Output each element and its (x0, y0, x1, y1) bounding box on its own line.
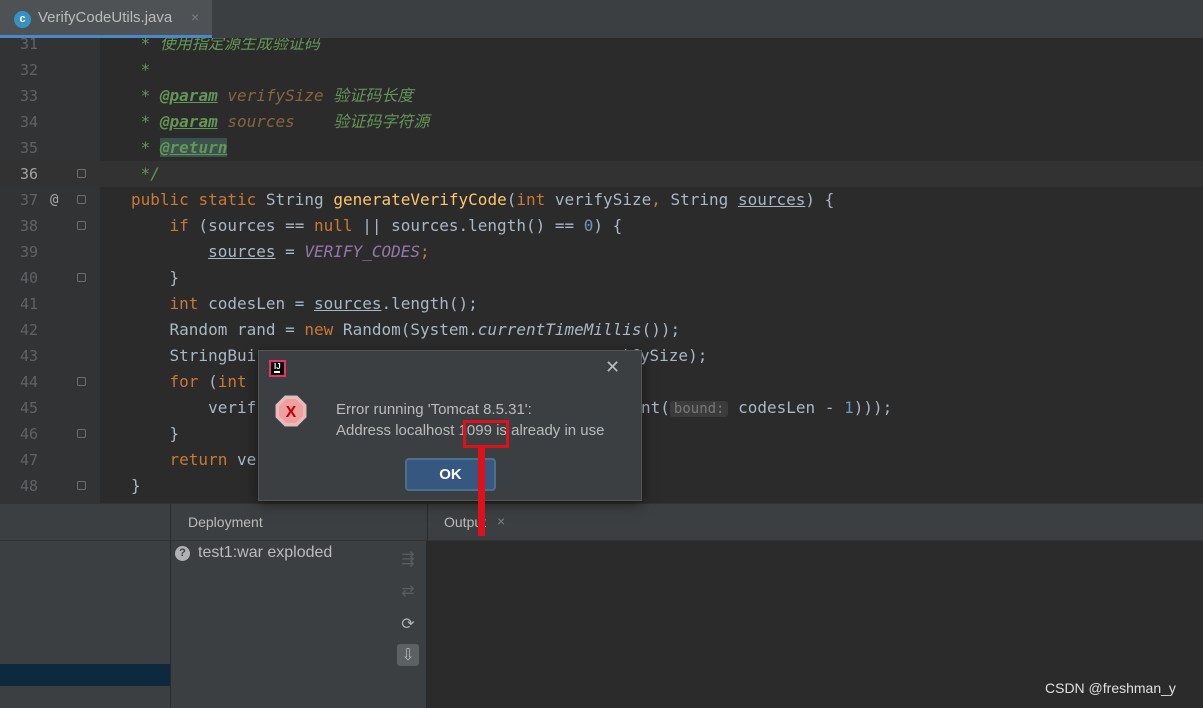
deployment-item[interactable]: test1:war exploded (198, 544, 332, 562)
deploy-down-icon[interactable]: ⇩ (397, 644, 419, 666)
code-line-37: public static String generateVerifyCode(… (131, 190, 835, 209)
refresh-icon[interactable]: ⟳ (397, 613, 419, 635)
services-panel: Deployment Output × ? test1:war exploded… (0, 503, 1203, 708)
line-number: 38 (19, 217, 38, 235)
tab-output[interactable]: Output × (427, 504, 1203, 540)
code-line-39: sources = VERIFY_CODES; (208, 242, 430, 261)
class-file-icon: c (14, 11, 31, 28)
tab-close-icon[interactable]: × (191, 9, 199, 25)
line-number: 42 (19, 321, 38, 339)
line-number: 35 (19, 139, 38, 157)
code-line-45: verif nt(bound: codesLen - 1))); (208, 398, 893, 417)
tab-label: VerifyCodeUtils.java (38, 9, 173, 26)
editor-line: 32 (0, 57, 1203, 83)
intellij-logo-icon: IJ (269, 360, 286, 377)
line-number: 31 (19, 38, 38, 53)
code-line-48: } (131, 476, 141, 495)
output-close-icon[interactable]: × (497, 513, 505, 529)
deployment-label: Deployment (188, 514, 263, 530)
watermark: CSDN @freshman_y (1045, 680, 1176, 696)
selected-tree-row[interactable] (0, 664, 170, 686)
deployment-list: ? test1:war exploded ⇶ ⇄ ⟳ ⇩ (170, 541, 427, 708)
editor-tab-bar: c VerifyCodeUtils.java × (0, 0, 1203, 39)
override-marker-icon[interactable]: @ (50, 187, 58, 213)
code-line-36: */ (131, 164, 160, 183)
annotation-arrow-line (478, 448, 485, 536)
fold-toggle-icon[interactable] (77, 377, 86, 386)
line-number: 41 (19, 295, 38, 313)
line-number: 33 (19, 87, 38, 105)
services-tree (0, 540, 170, 708)
fold-toggle-icon[interactable] (77, 195, 86, 204)
fold-toggle-icon[interactable] (77, 221, 86, 230)
parameter-hint: bound: (669, 401, 729, 417)
line-number: 34 (19, 113, 38, 131)
error-message-line1: Error running 'Tomcat 8.5.31': (336, 401, 532, 418)
line-number: 45 (19, 399, 38, 417)
error-dialog: IJ ✕ X Error running 'Tomcat 8.5.31': Ad… (258, 350, 642, 501)
editor-line: 36 (0, 161, 1203, 187)
fold-toggle-icon[interactable] (77, 169, 86, 178)
fold-toggle-icon[interactable] (77, 481, 86, 490)
line-number: 40 (19, 269, 38, 287)
tab-verifycodeutils[interactable]: c VerifyCodeUtils.java × (0, 0, 212, 38)
code-line-32: * (131, 60, 151, 79)
code-line-38: if (sources == null || sources.length() … (169, 216, 623, 235)
line-number: 39 (19, 243, 38, 261)
code-line-41: int codesLen = sources.length(); (169, 294, 478, 313)
line-number: 36 (19, 165, 38, 183)
dialog-close-icon[interactable]: ✕ (605, 357, 620, 378)
line-number: 44 (19, 373, 38, 391)
code-line-42: Random rand = new Random(System.currentT… (169, 320, 681, 339)
code-line-46: } (169, 424, 180, 443)
error-icon: X (275, 395, 307, 427)
fold-toggle-icon[interactable] (77, 429, 86, 438)
editor-line: 40 (0, 265, 1203, 291)
line-number: 46 (19, 425, 38, 443)
line-number: 37 (19, 191, 38, 209)
question-icon: ? (175, 546, 190, 561)
line-number: 48 (19, 477, 38, 495)
code-line-34: * @param sources 验证码字符源 (131, 112, 430, 131)
undeploy-icon[interactable]: ⇄ (397, 580, 419, 602)
line-number: 47 (19, 451, 38, 469)
deploy-all-icon[interactable]: ⇶ (397, 548, 419, 570)
line-number: 32 (19, 61, 38, 79)
code-line-31: * 使用指定源生成验证码 (131, 38, 320, 53)
code-line-43: StringBui rifySize); (169, 346, 708, 365)
code-line-44: for (int (169, 372, 247, 391)
deployment-header: Deployment (170, 504, 427, 540)
fold-toggle-icon[interactable] (77, 273, 86, 282)
code-line-33: * @param verifySize 验证码长度 (131, 86, 414, 105)
code-line-47: return ve (169, 450, 257, 469)
line-number: 43 (19, 347, 38, 365)
code-line-40: } (169, 268, 180, 287)
annotation-highlight-box (463, 420, 509, 448)
code-line-35: * @return (131, 138, 228, 157)
svg-text:X: X (286, 404, 297, 421)
